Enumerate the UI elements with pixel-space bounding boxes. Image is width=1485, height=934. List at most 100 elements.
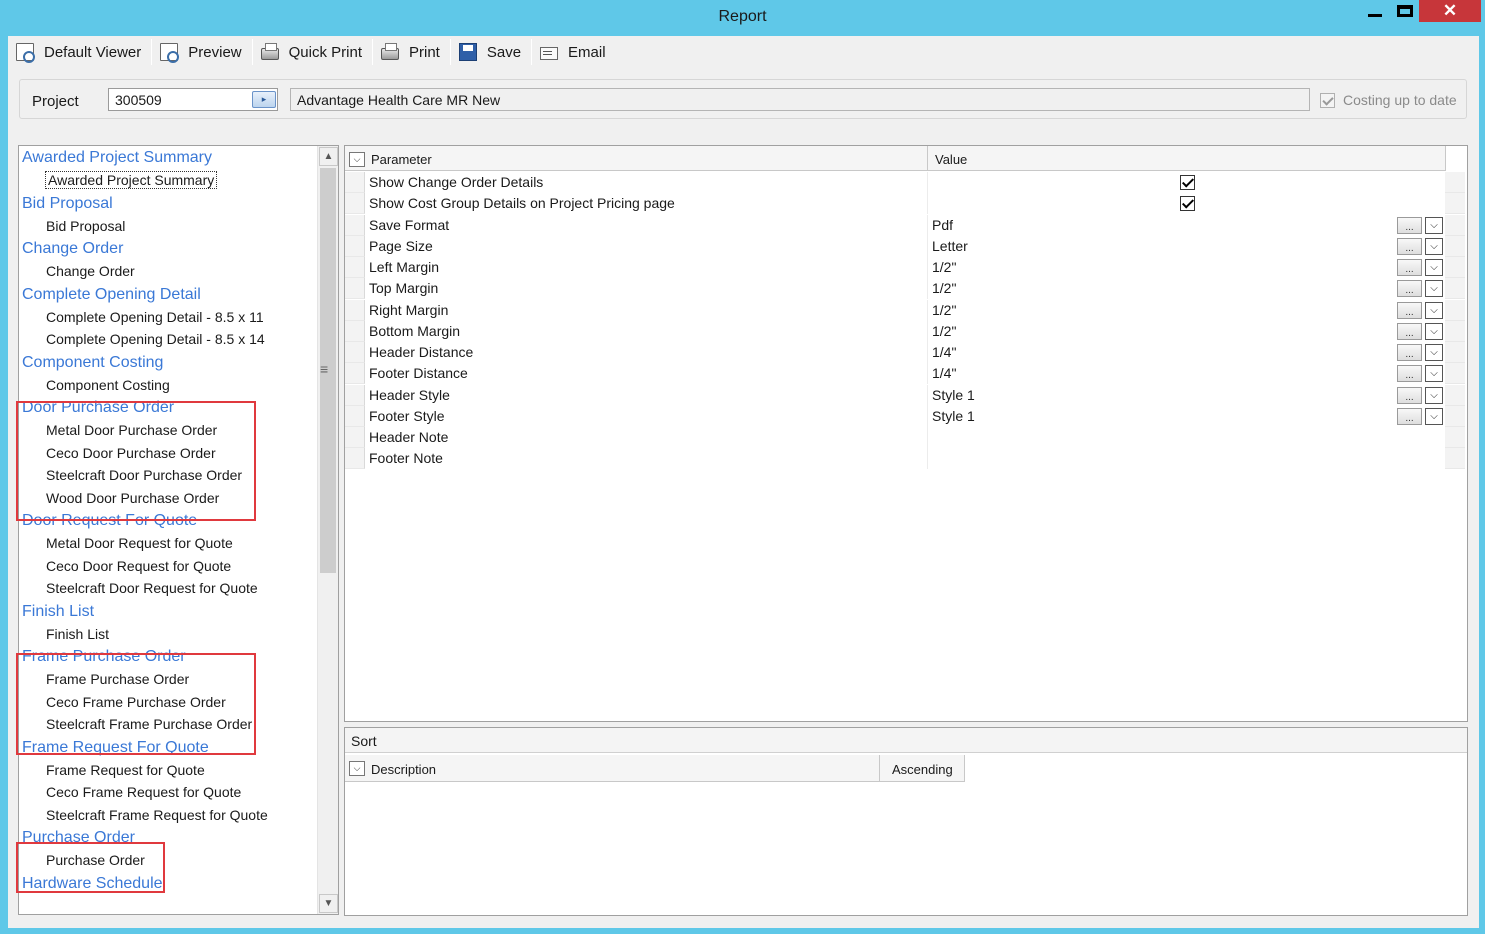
row-header[interactable] bbox=[345, 427, 365, 448]
save-button[interactable]: Save bbox=[451, 37, 531, 67]
chevron-down-icon[interactable]: ⌵ bbox=[1425, 365, 1443, 383]
ellipsis-button[interactable]: ... bbox=[1397, 386, 1422, 404]
report-item[interactable]: Ceco Door Request for Quote bbox=[19, 555, 317, 578]
report-item[interactable]: Ceco Frame Purchase Order bbox=[19, 691, 317, 714]
report-category[interactable]: Door Purchase Order bbox=[19, 396, 317, 419]
quick-print-button[interactable]: Quick Print bbox=[253, 37, 372, 67]
column-chooser-icon[interactable]: ⌵ bbox=[349, 152, 365, 167]
parameter-value[interactable]: Style 1 bbox=[932, 387, 975, 403]
report-category[interactable]: Complete Opening Detail bbox=[19, 283, 317, 306]
report-item[interactable]: Steelcraft Frame Purchase Order bbox=[19, 713, 317, 736]
report-category[interactable]: Awarded Project Summary bbox=[19, 146, 317, 169]
column-divider[interactable] bbox=[879, 755, 880, 782]
report-item[interactable]: Change Order bbox=[19, 260, 317, 283]
parameter-value[interactable]: 1/2" bbox=[932, 302, 956, 318]
report-category[interactable]: Hardware Schedule bbox=[19, 872, 317, 895]
parameter-row[interactable]: Save Format Pdf ... ⌵ bbox=[345, 214, 1465, 236]
parameter-column-header[interactable]: Parameter bbox=[371, 152, 432, 167]
sort-description-header[interactable]: Description bbox=[371, 762, 436, 777]
parameter-value[interactable]: Letter bbox=[932, 238, 968, 254]
row-header[interactable] bbox=[345, 342, 365, 363]
ellipsis-button[interactable]: ... bbox=[1397, 407, 1422, 425]
report-item[interactable]: Purchase Order bbox=[19, 849, 317, 872]
report-category[interactable]: Component Costing bbox=[19, 351, 317, 374]
value-column-header[interactable]: Value bbox=[935, 152, 967, 167]
row-header[interactable] bbox=[345, 235, 365, 257]
parameter-row[interactable]: Page Size Letter ... ⌵ bbox=[345, 235, 1465, 257]
row-header[interactable] bbox=[345, 384, 365, 406]
maximize-button[interactable] bbox=[1391, 0, 1419, 22]
parameter-row[interactable]: Show Change Order Details bbox=[345, 172, 1465, 193]
report-category[interactable]: Change Order bbox=[19, 237, 317, 260]
parameter-row[interactable]: Header Note bbox=[345, 427, 1465, 448]
report-item[interactable]: Frame Request for Quote bbox=[19, 759, 317, 782]
parameter-checkbox[interactable] bbox=[1180, 175, 1195, 190]
report-item[interactable]: Component Costing bbox=[19, 374, 317, 397]
chevron-down-icon[interactable]: ⌵ bbox=[1425, 344, 1443, 361]
report-category[interactable]: Door Request For Quote bbox=[19, 509, 317, 532]
report-category[interactable]: Purchase Order bbox=[19, 826, 317, 849]
report-item[interactable]: Metal Door Request for Quote bbox=[19, 532, 317, 555]
parameter-value[interactable]: 1/4" bbox=[932, 365, 956, 381]
email-button[interactable]: Email bbox=[532, 37, 616, 67]
splitter-grip-icon[interactable]: ≡ bbox=[320, 361, 328, 377]
row-header[interactable] bbox=[345, 257, 365, 278]
minimize-button[interactable] bbox=[1359, 0, 1391, 22]
close-button[interactable]: ✕ bbox=[1419, 0, 1481, 22]
row-header[interactable] bbox=[345, 172, 365, 193]
default-viewer-button[interactable]: Default Viewer bbox=[8, 37, 151, 67]
row-header[interactable] bbox=[345, 405, 365, 427]
chevron-down-icon[interactable]: ⌵ bbox=[1425, 386, 1443, 404]
chevron-down-icon[interactable]: ⌵ bbox=[1425, 280, 1443, 298]
report-item[interactable]: Bid Proposal bbox=[19, 215, 317, 238]
print-button[interactable]: Print bbox=[373, 37, 450, 67]
row-header[interactable] bbox=[345, 448, 365, 470]
scroll-down-icon[interactable]: ▼ bbox=[319, 894, 338, 913]
ellipsis-button[interactable]: ... bbox=[1397, 237, 1422, 255]
report-item[interactable]: Metal Door Purchase Order bbox=[19, 419, 317, 442]
parameter-row[interactable]: Left Margin 1/2" ... ⌵ bbox=[345, 257, 1465, 278]
report-item[interactable]: Complete Opening Detail - 8.5 x 11 bbox=[19, 306, 317, 329]
report-item[interactable]: Awarded Project Summary bbox=[19, 169, 317, 192]
parameter-value[interactable]: Style 1 bbox=[932, 408, 975, 424]
parameter-row[interactable]: Header Distance 1/4" ... ⌵ bbox=[345, 342, 1465, 363]
report-item[interactable]: Complete Opening Detail - 8.5 x 14 bbox=[19, 328, 317, 351]
chevron-down-icon[interactable]: ⌵ bbox=[1425, 237, 1443, 255]
report-category[interactable]: Bid Proposal bbox=[19, 192, 317, 215]
ellipsis-button[interactable]: ... bbox=[1397, 365, 1422, 383]
chevron-down-icon[interactable]: ⌵ bbox=[1425, 407, 1443, 425]
report-category[interactable]: Finish List bbox=[19, 600, 317, 623]
row-header[interactable] bbox=[345, 193, 365, 215]
parameter-value[interactable]: 1/4" bbox=[932, 344, 956, 360]
parameter-row[interactable]: Footer Note bbox=[345, 448, 1465, 470]
report-item[interactable]: Ceco Frame Request for Quote bbox=[19, 781, 317, 804]
parameter-value[interactable]: 1/2" bbox=[932, 280, 956, 296]
parameter-row[interactable]: Footer Style Style 1 ... ⌵ bbox=[345, 405, 1465, 427]
parameter-value[interactable]: Pdf bbox=[932, 217, 953, 233]
report-category[interactable]: Frame Request For Quote bbox=[19, 736, 317, 759]
preview-button[interactable]: Preview bbox=[152, 37, 251, 67]
row-header[interactable] bbox=[345, 299, 365, 321]
parameter-value[interactable]: 1/2" bbox=[932, 259, 956, 275]
report-item[interactable]: Wood Door Purchase Order bbox=[19, 487, 317, 510]
parameter-row[interactable]: Header Style Style 1 ... ⌵ bbox=[345, 384, 1465, 406]
chevron-down-icon[interactable]: ⌵ bbox=[1425, 216, 1443, 234]
report-item[interactable]: Frame Purchase Order bbox=[19, 668, 317, 691]
row-header[interactable] bbox=[345, 363, 365, 385]
parameter-row[interactable]: Show Cost Group Details on Project Prici… bbox=[345, 193, 1465, 215]
parameter-row[interactable]: Right Margin 1/2" ... ⌵ bbox=[345, 299, 1465, 321]
row-header[interactable] bbox=[345, 214, 365, 236]
chevron-down-icon[interactable]: ⌵ bbox=[1425, 322, 1443, 340]
column-divider[interactable] bbox=[927, 146, 928, 171]
ellipsis-button[interactable]: ... bbox=[1397, 301, 1422, 319]
chevron-down-icon[interactable]: ⌵ bbox=[1425, 259, 1443, 276]
column-chooser-icon[interactable]: ⌵ bbox=[349, 761, 365, 776]
parameter-row[interactable]: Footer Distance 1/4" ... ⌵ bbox=[345, 363, 1465, 385]
report-category[interactable]: Frame Purchase Order bbox=[19, 645, 317, 668]
parameter-row[interactable]: Top Margin 1/2" ... ⌵ bbox=[345, 278, 1465, 300]
sort-order-header[interactable]: Ascending bbox=[892, 762, 953, 777]
report-list-scrollbar[interactable]: ▲ ▼ bbox=[317, 146, 338, 914]
ellipsis-button[interactable]: ... bbox=[1397, 322, 1422, 340]
row-header[interactable] bbox=[345, 278, 365, 300]
ellipsis-button[interactable]: ... bbox=[1397, 280, 1422, 298]
